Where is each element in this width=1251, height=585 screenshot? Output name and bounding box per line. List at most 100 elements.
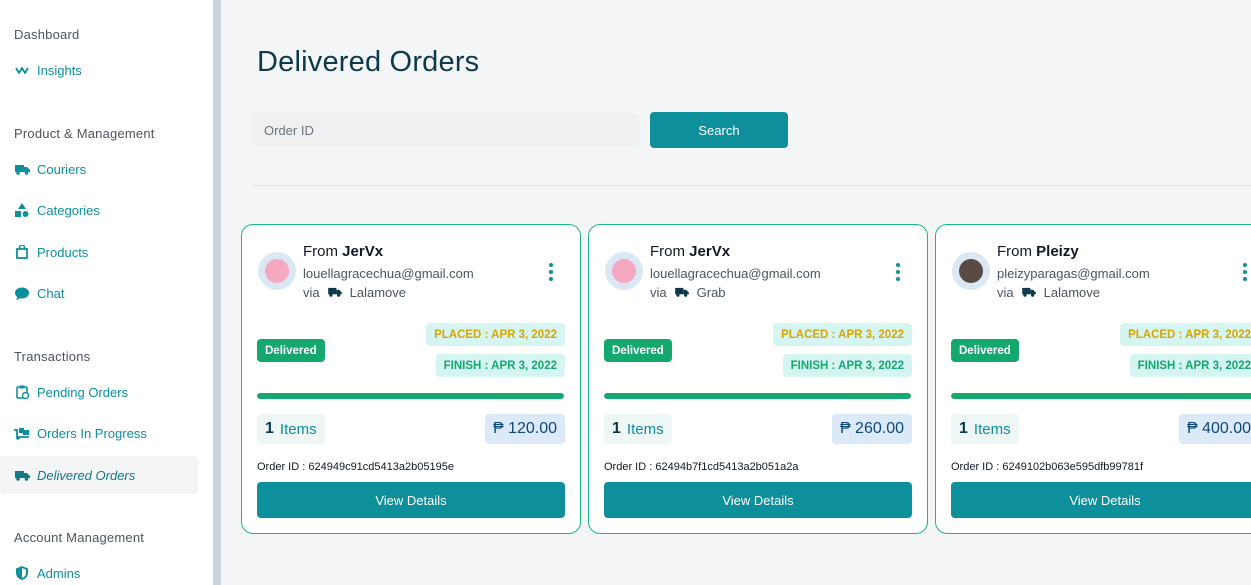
- shopping-bag-icon: [14, 244, 30, 260]
- order-progress-bar: [951, 393, 1251, 399]
- order-id-search-input[interactable]: [252, 113, 639, 147]
- main-content: Delivered Orders Search From JerVx louell…: [221, 0, 1251, 585]
- search-button[interactable]: Search: [650, 112, 788, 148]
- truck-icon: [674, 285, 689, 300]
- truck-icon: [1021, 285, 1036, 300]
- sidebar-item-label: Orders In Progress: [37, 425, 147, 441]
- items-count: 1: [612, 420, 621, 437]
- sender-email: louellagracechua@gmail.com: [303, 266, 474, 281]
- status-badge: Delivered: [604, 339, 672, 362]
- finish-date-badge: FINISH : APR 3, 2022: [435, 354, 565, 377]
- sender-email: pleizyparagas@gmail.com: [997, 266, 1150, 281]
- avatar-image: [265, 259, 289, 283]
- sender-name: JerVx: [342, 243, 384, 260]
- placed-date-badge: PLACED : APR 3, 2022: [1120, 323, 1251, 346]
- sidebar-item-label: Admins: [37, 565, 81, 581]
- courier-info: via Lalamove: [303, 285, 406, 300]
- section-title-product-management: Product & Management: [14, 126, 155, 141]
- courier-name: Lalamove: [349, 285, 406, 300]
- order-progress-fill: [604, 393, 911, 399]
- status-badge: Delivered: [257, 339, 325, 362]
- order-card: From Pleizy pleizyparagas@gmail.com via Lal…: [935, 224, 1251, 534]
- order-price: ₱ 120.00: [484, 414, 565, 444]
- placed-date-badge: PLACED : APR 3, 2022: [426, 323, 565, 346]
- sidebar-item-admins[interactable]: Admins: [0, 554, 198, 585]
- items-label: Items: [973, 420, 1011, 438]
- sidebar-item-pending-orders[interactable]: Pending Orders: [0, 373, 198, 411]
- sender-name: Pleizy: [1036, 243, 1079, 260]
- section-title-transactions: Transactions: [14, 349, 91, 364]
- sidebar: Dashboard Insights Product & Management …: [0, 0, 213, 585]
- courier-info: via Grab: [650, 285, 726, 300]
- courier-name: Lalamove: [1043, 285, 1100, 300]
- avatar: [258, 252, 296, 290]
- status-badge: Delivered: [951, 339, 1019, 362]
- order-id-value: 624949c91cd5413a2b05195e: [308, 461, 454, 473]
- more-options-icon[interactable]: [895, 263, 901, 281]
- order-id: Order ID : 624949c91cd5413a2b05195e: [257, 461, 454, 473]
- order-sender: From Pleizy: [997, 243, 1079, 260]
- sender-email: louellagracechua@gmail.com: [650, 266, 821, 281]
- order-id-label: Order ID :: [257, 461, 306, 473]
- sidebar-item-chat[interactable]: Chat: [0, 274, 198, 312]
- order-price: ₱ 260.00: [831, 414, 912, 444]
- avatar: [952, 252, 990, 290]
- from-prefix: From: [997, 243, 1032, 260]
- order-id-value: 62494b7f1cd5413a2b051a2a: [655, 461, 799, 473]
- sidebar-item-insights[interactable]: Insights: [0, 51, 198, 89]
- order-id-value: 6249102b063e595dfb99781f: [1002, 461, 1144, 473]
- activity-icon: [14, 62, 30, 78]
- sender-name: JerVx: [689, 243, 731, 260]
- order-id-label: Order ID :: [604, 461, 653, 473]
- placed-date-badge: PLACED : APR 3, 2022: [773, 323, 912, 346]
- sidebar-item-delivered-orders[interactable]: Delivered Orders: [0, 456, 198, 494]
- courier-name: Grab: [696, 285, 726, 300]
- from-prefix: From: [650, 243, 685, 260]
- sidebar-item-products[interactable]: Products: [0, 233, 198, 271]
- shield-icon: [14, 565, 30, 581]
- more-options-icon[interactable]: [548, 263, 554, 281]
- sidebar-scrollbar[interactable]: [213, 0, 221, 585]
- order-card: From JerVx louellagracechua@gmail.com via L…: [241, 224, 581, 534]
- order-progress-fill: [951, 393, 1251, 399]
- section-title-dashboard: Dashboard: [14, 27, 80, 42]
- sidebar-item-categories[interactable]: Categories: [0, 191, 198, 229]
- order-id-label: Order ID :: [951, 461, 1000, 473]
- order-progress-fill: [257, 393, 564, 399]
- finish-date-badge: FINISH : APR 3, 2022: [1129, 354, 1251, 377]
- view-details-button[interactable]: View Details: [257, 482, 565, 518]
- order-price: ₱ 400.00: [1178, 414, 1251, 444]
- sidebar-item-label: Pending Orders: [37, 384, 129, 400]
- via-prefix: via: [303, 285, 320, 300]
- view-details-button[interactable]: View Details: [951, 482, 1251, 518]
- sidebar-item-label: Chat: [37, 285, 65, 301]
- from-prefix: From: [303, 243, 338, 260]
- section-title-account-management: Account Management: [14, 530, 145, 545]
- clipboard-clock-icon: [14, 384, 30, 400]
- sidebar-item-orders-in-progress[interactable]: Orders In Progress: [0, 414, 198, 452]
- items-count-badge: 1 Items: [951, 414, 1019, 444]
- sidebar-item-label: Delivered Orders: [37, 467, 136, 483]
- order-sender: From JerVx: [303, 243, 383, 260]
- sidebar-item-couriers[interactable]: Couriers: [0, 150, 198, 188]
- page-title: Delivered Orders: [257, 46, 480, 78]
- items-count: 1: [959, 420, 968, 437]
- courier-info: via Lalamove: [997, 285, 1100, 300]
- chat-bubble-icon: [14, 285, 30, 301]
- more-options-icon[interactable]: [1242, 263, 1248, 281]
- via-prefix: via: [650, 285, 667, 300]
- view-details-button[interactable]: View Details: [604, 482, 912, 518]
- items-label: Items: [279, 420, 317, 438]
- via-prefix: via: [997, 285, 1014, 300]
- avatar-image: [612, 259, 636, 283]
- order-id: Order ID : 6249102b063e595dfb99781f: [951, 461, 1143, 473]
- sidebar-item-label: Insights: [37, 62, 82, 78]
- truck-icon: [14, 467, 30, 483]
- order-card: From JerVx louellagracechua@gmail.com via G…: [588, 224, 928, 534]
- items-count: 1: [265, 420, 274, 437]
- avatar: [605, 252, 643, 290]
- hand-truck-icon: [14, 425, 30, 441]
- items-label: Items: [626, 420, 664, 438]
- order-sender: From JerVx: [650, 243, 730, 260]
- order-progress-bar: [604, 393, 911, 399]
